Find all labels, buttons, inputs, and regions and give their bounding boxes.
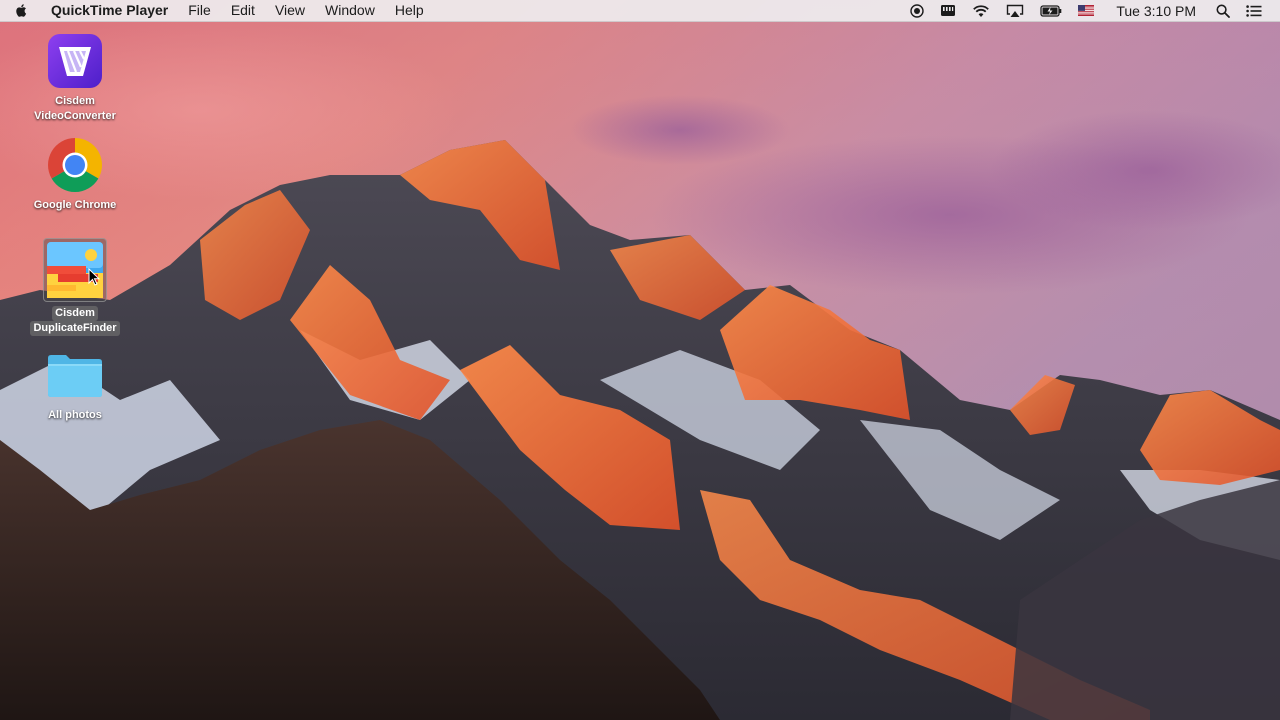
- notification-list-icon: [1246, 4, 1262, 17]
- label-line: VideoConverter: [34, 110, 116, 122]
- menu-bar-clock[interactable]: Tue 3:10 PM: [1116, 3, 1196, 19]
- record-icon: [910, 3, 925, 18]
- desktop-icon-label: Google Chrome: [34, 198, 117, 213]
- desktop-icon-label: Cisdem DuplicateFinder: [30, 306, 120, 336]
- menu-help[interactable]: Help: [385, 0, 434, 21]
- desktop-icon-all-photos[interactable]: All photos: [15, 346, 135, 423]
- label-line: Cisdem: [55, 95, 95, 107]
- airplay-icon: [1007, 4, 1024, 17]
- battery-charging-icon: [1040, 4, 1062, 17]
- record-status-item[interactable]: [910, 0, 925, 21]
- desktop-icon-label: Cisdem VideoConverter: [34, 94, 116, 124]
- desktop-icon-cisdem-duplicatefinder[interactable]: Cisdem DuplicateFinder: [15, 238, 135, 336]
- label-line: Cisdem: [52, 306, 98, 321]
- spotlight-status-item[interactable]: [1216, 0, 1230, 21]
- menu-bar: QuickTime Player File Edit View Window H…: [0, 0, 1280, 22]
- apple-menu[interactable]: [0, 0, 40, 21]
- folder-icon: [46, 346, 104, 404]
- menu-window[interactable]: Window: [315, 0, 385, 21]
- notification-center-status-item[interactable]: [1246, 0, 1262, 21]
- wifi-status-item[interactable]: [972, 0, 990, 21]
- us-flag-icon: [1078, 5, 1095, 16]
- memory-card-icon: [941, 5, 956, 16]
- airplay-status-item[interactable]: [1006, 0, 1024, 21]
- desktop-icon-label: All photos: [48, 408, 102, 423]
- menu-bar-left: QuickTime Player File Edit View Window H…: [0, 0, 434, 21]
- apple-icon: [15, 4, 26, 17]
- cisdem-videoconverter-icon: [46, 32, 104, 90]
- label-line: Google Chrome: [33, 199, 117, 211]
- menu-file[interactable]: File: [178, 0, 221, 21]
- mouse-cursor-icon: [88, 268, 100, 286]
- google-chrome-icon: [46, 136, 104, 194]
- memory-card-status-item[interactable]: [940, 0, 956, 21]
- menu-app-name[interactable]: QuickTime Player: [40, 0, 178, 21]
- desktop-wallpaper: [0, 0, 1280, 720]
- wifi-icon: [973, 4, 990, 17]
- menu-bar-status: Tue 3:10 PM: [902, 0, 1280, 21]
- input-source-status-item[interactable]: [1078, 0, 1095, 21]
- menu-view[interactable]: View: [265, 0, 315, 21]
- battery-status-item[interactable]: [1040, 0, 1062, 21]
- label-line: All photos: [48, 409, 102, 421]
- search-icon: [1216, 3, 1230, 18]
- label-line: DuplicateFinder: [30, 321, 120, 336]
- menu-edit[interactable]: Edit: [221, 0, 265, 21]
- desktop-icon-google-chrome[interactable]: Google Chrome: [15, 136, 135, 213]
- desktop-icon-cisdem-videoconverter[interactable]: Cisdem VideoConverter: [15, 32, 135, 124]
